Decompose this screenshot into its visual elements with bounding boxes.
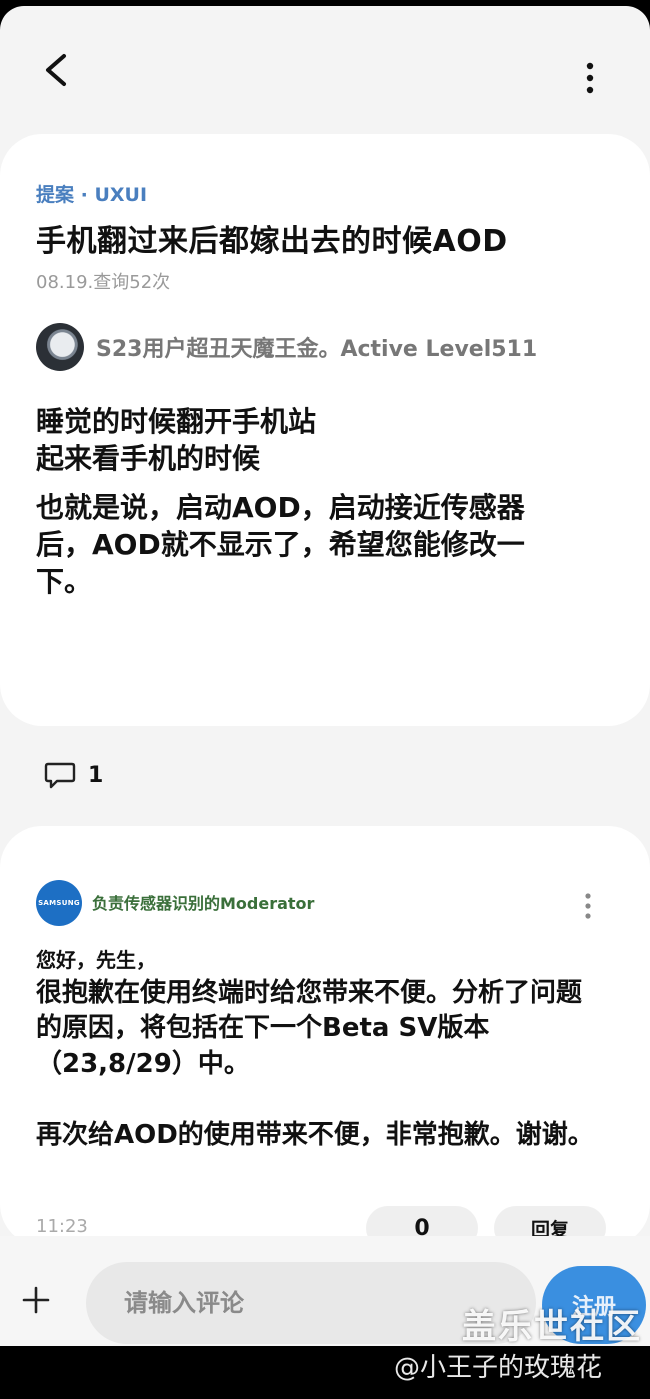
comments-count-value: 1: [88, 762, 104, 788]
reply-card: SAMSUNG 负责传感器识别的Moderator 您好，先生， 很抱歉在使用终…: [0, 826, 650, 1250]
plus-icon: [22, 1286, 50, 1314]
reply-paragraph: 很抱歉在使用终端时给您带来不便。分析了问题的原因，将包括在下一个Beta SV版…: [36, 978, 583, 1079]
post-title: 手机翻过来后都嫁出去的时候AOD: [36, 224, 508, 259]
reply-paragraph: 再次给AOD的使用带来不便，非常抱歉。谢谢。: [36, 1120, 594, 1151]
post-author[interactable]: S23用户超丑天魔王金。Active Level511: [36, 322, 537, 372]
reply-body: 很抱歉在使用终端时给您带来不便。分析了问题的原因，将包括在下一个Beta SV版…: [36, 976, 596, 1153]
post-meta: 08.19.查询52次: [36, 272, 171, 293]
author-name[interactable]: S23用户超丑天魔王金。Active Level511: [96, 331, 537, 363]
user-watermark: @小王子的玫瑰花: [394, 1353, 603, 1383]
post-body-line: 也就是说，启动AOD，启动接近传感器后，AOD就不显示了，希望您能修改一下。: [36, 490, 525, 598]
samsung-logo[interactable]: SAMSUNG: [36, 880, 82, 926]
reply-time: 11:23: [36, 1216, 88, 1237]
more-vertical-icon: [585, 893, 591, 919]
chevron-left-icon: [46, 54, 66, 86]
post-body-line: 睡觉的时候翻开手机站: [36, 405, 317, 438]
post-category[interactable]: 提案 · UXUI: [36, 180, 147, 207]
avatar[interactable]: [36, 323, 84, 371]
post-card: 提案 · UXUI 手机翻过来后都嫁出去的时候AOD 08.19.查询52次 S…: [0, 134, 650, 726]
back-button[interactable]: [32, 46, 80, 94]
more-vertical-icon: [586, 62, 594, 94]
post-body: 睡觉的时候翻开手机站 起来看手机的时候 也就是说，启动AOD，启动接近传感器后，…: [36, 404, 576, 601]
add-attachment-button[interactable]: [14, 1278, 58, 1322]
comment-icon: [44, 762, 76, 789]
reply-greeting: 您好，先生，: [36, 948, 156, 972]
app-screen: 提案 · UXUI 手机翻过来后都嫁出去的时候AOD 08.19.查询52次 S…: [0, 6, 650, 1346]
site-watermark: 盖乐世社区: [462, 1307, 642, 1346]
reply-author[interactable]: 负责传感器识别的Moderator: [92, 890, 314, 914]
post-body-line: 起来看手机的时候: [36, 441, 261, 475]
reply-more-button[interactable]: [576, 886, 600, 926]
more-options-button[interactable]: [570, 54, 610, 102]
top-bar: [0, 6, 650, 126]
comments-count[interactable]: 1: [44, 760, 103, 790]
